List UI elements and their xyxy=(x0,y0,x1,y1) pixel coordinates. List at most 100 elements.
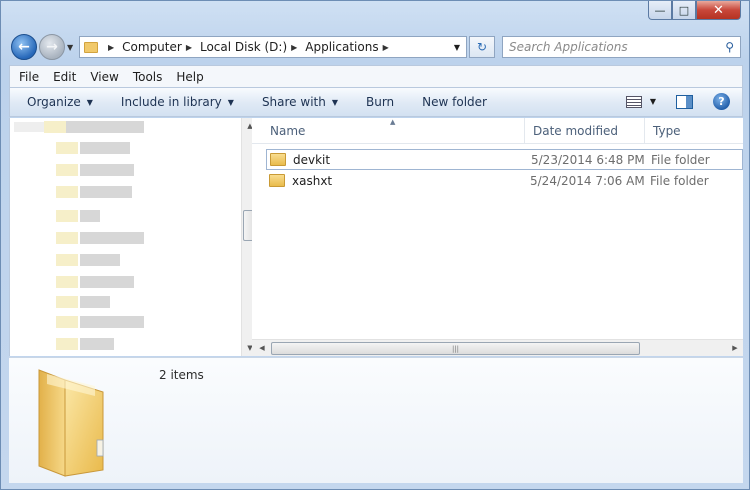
tree-item-obscured[interactable] xyxy=(80,296,110,308)
refresh-icon: ↻ xyxy=(476,40,488,54)
file-date-modified: 5/24/2014 7:06 AM xyxy=(530,173,645,188)
scroll-right-icon[interactable]: ▶ xyxy=(727,340,743,356)
menu-bar: File Edit View Tools Help xyxy=(9,65,743,87)
tree-item-obscured[interactable] xyxy=(80,276,134,288)
menu-tools[interactable]: Tools xyxy=(133,70,163,84)
folder-icon xyxy=(56,210,78,222)
navigation-buttons: ← → ▼ xyxy=(11,34,79,60)
file-row-devkit[interactable]: devkit 5/23/2014 6:48 PM File folder xyxy=(266,149,743,170)
folder-icon xyxy=(56,142,78,154)
sort-ascending-icon: ▲ xyxy=(390,118,396,126)
scroll-left-icon[interactable]: ◀ xyxy=(254,340,270,356)
tree-item-obscured[interactable] xyxy=(80,232,144,244)
tree-item-obscured[interactable] xyxy=(80,210,100,222)
new-folder-label: New folder xyxy=(422,95,487,109)
address-history-dropdown[interactable]: ▼ xyxy=(454,43,460,52)
close-button[interactable]: ✕ xyxy=(696,1,741,20)
folder-icon xyxy=(44,121,66,133)
folder-icon xyxy=(56,254,78,266)
preview-pane-icon[interactable] xyxy=(676,94,693,109)
tree-item-obscured[interactable] xyxy=(80,316,144,328)
breadcrumb-separator-icon[interactable]: ▶ xyxy=(186,43,192,52)
refresh-button[interactable]: ↻ xyxy=(469,36,495,58)
details-pane: 2 items xyxy=(9,357,743,483)
forward-button[interactable]: → xyxy=(39,34,65,60)
folder-icon xyxy=(269,174,285,187)
share-with-button[interactable]: Share with ▼ xyxy=(262,95,338,109)
menu-edit[interactable]: Edit xyxy=(53,70,76,84)
organize-button[interactable]: Organize ▼ xyxy=(27,95,93,109)
search-icon[interactable]: ⚲ xyxy=(725,40,734,54)
address-bar[interactable]: ▶ Computer ▶ Local Disk (D:) ▶ Applicati… xyxy=(79,36,467,58)
column-header-type-label: Type xyxy=(653,124,681,138)
organize-label: Organize xyxy=(27,95,81,109)
view-controls: ▼ ? xyxy=(625,93,730,110)
new-folder-button[interactable]: New folder xyxy=(422,95,487,109)
tree-item-obscured[interactable] xyxy=(14,122,44,132)
breadcrumb: ▶ Computer ▶ Local Disk (D:) ▶ Applicati… xyxy=(104,40,397,54)
burn-button[interactable]: Burn xyxy=(366,95,394,109)
recent-pages-dropdown[interactable]: ▼ xyxy=(67,43,79,52)
menu-view[interactable]: View xyxy=(90,70,118,84)
file-name: xashxt xyxy=(292,173,333,188)
chevron-down-icon: ▼ xyxy=(86,97,93,107)
file-row-xashxt[interactable]: xashxt 5/24/2014 7:06 AM File folder xyxy=(266,170,743,191)
change-view-icon[interactable] xyxy=(625,95,642,108)
share-with-label: Share with xyxy=(261,95,326,109)
folder-icon xyxy=(56,296,78,308)
large-folder-icon xyxy=(38,369,104,477)
help-icon[interactable]: ? xyxy=(713,93,730,110)
scrollbar-thumb[interactable]: ||| xyxy=(271,342,640,355)
column-headers: Name ▲ Date modified Type xyxy=(252,118,743,144)
navigation-pane: ▲ ▼ xyxy=(9,118,258,356)
folder-icon xyxy=(270,153,286,166)
menu-file[interactable]: File xyxy=(19,70,39,84)
more-options-dropdown-icon[interactable]: ▼ xyxy=(650,97,656,106)
tree-item-obscured[interactable] xyxy=(80,338,114,350)
file-type: File folder xyxy=(651,152,710,167)
file-date-modified: 5/23/2014 6:48 PM xyxy=(531,152,645,167)
breadcrumb-item-local-disk[interactable]: Local Disk (D:) xyxy=(200,40,287,54)
explorer-window: — □ ✕ ← → ▼ ▶ Computer ▶ Local Disk (D:)… xyxy=(0,0,750,490)
back-button[interactable]: ← xyxy=(11,34,37,60)
folder-icon xyxy=(56,164,78,176)
tree-item-obscured[interactable] xyxy=(80,254,120,266)
search-placeholder: Search Applications xyxy=(509,40,628,54)
forward-arrow-icon: → xyxy=(46,39,58,55)
tree-item-obscured[interactable] xyxy=(80,186,132,198)
include-in-library-label: Include in library xyxy=(120,95,222,109)
caption-buttons: — □ ✕ xyxy=(648,1,741,20)
column-header-name-label: Name xyxy=(270,124,306,138)
chevron-down-icon: ▼ xyxy=(331,97,338,107)
file-list-horizontal-scrollbar[interactable]: ◀ ||| ▶ xyxy=(252,339,743,356)
include-in-library-button[interactable]: Include in library ▼ xyxy=(121,95,234,109)
file-name: devkit xyxy=(293,152,331,167)
breadcrumb-separator-icon[interactable]: ▶ xyxy=(291,43,297,52)
file-list-pane: Name ▲ Date modified Type devkit 5/23/20… xyxy=(252,118,743,356)
column-header-date-modified[interactable]: Date modified xyxy=(525,118,645,144)
breadcrumb-separator-icon[interactable]: ▶ xyxy=(108,43,114,52)
burn-label: Burn xyxy=(366,95,395,109)
search-input[interactable]: Search Applications ⚲ xyxy=(502,36,741,58)
folder-icon xyxy=(56,316,78,328)
folder-icon xyxy=(56,276,78,288)
column-header-type[interactable]: Type xyxy=(645,118,743,144)
chevron-down-icon: ▼ xyxy=(227,97,234,107)
back-arrow-icon: ← xyxy=(18,39,30,55)
tree-item-obscured[interactable] xyxy=(80,142,130,154)
maximize-button[interactable]: □ xyxy=(672,1,696,20)
item-count: 2 items xyxy=(159,368,204,382)
breadcrumb-item-computer[interactable]: Computer xyxy=(122,40,182,54)
minimize-button[interactable]: — xyxy=(648,1,672,20)
folder-icon xyxy=(56,186,78,198)
folder-icon xyxy=(56,338,78,350)
folder-icon xyxy=(84,41,98,53)
breadcrumb-item-applications[interactable]: Applications xyxy=(305,40,378,54)
column-header-date-label: Date modified xyxy=(533,124,619,138)
breadcrumb-separator-icon[interactable]: ▶ xyxy=(383,43,389,52)
menu-help[interactable]: Help xyxy=(176,70,203,84)
file-type: File folder xyxy=(650,173,709,188)
folder-icon xyxy=(56,232,78,244)
tree-item-obscured[interactable] xyxy=(66,121,144,133)
tree-item-obscured[interactable] xyxy=(80,164,134,176)
